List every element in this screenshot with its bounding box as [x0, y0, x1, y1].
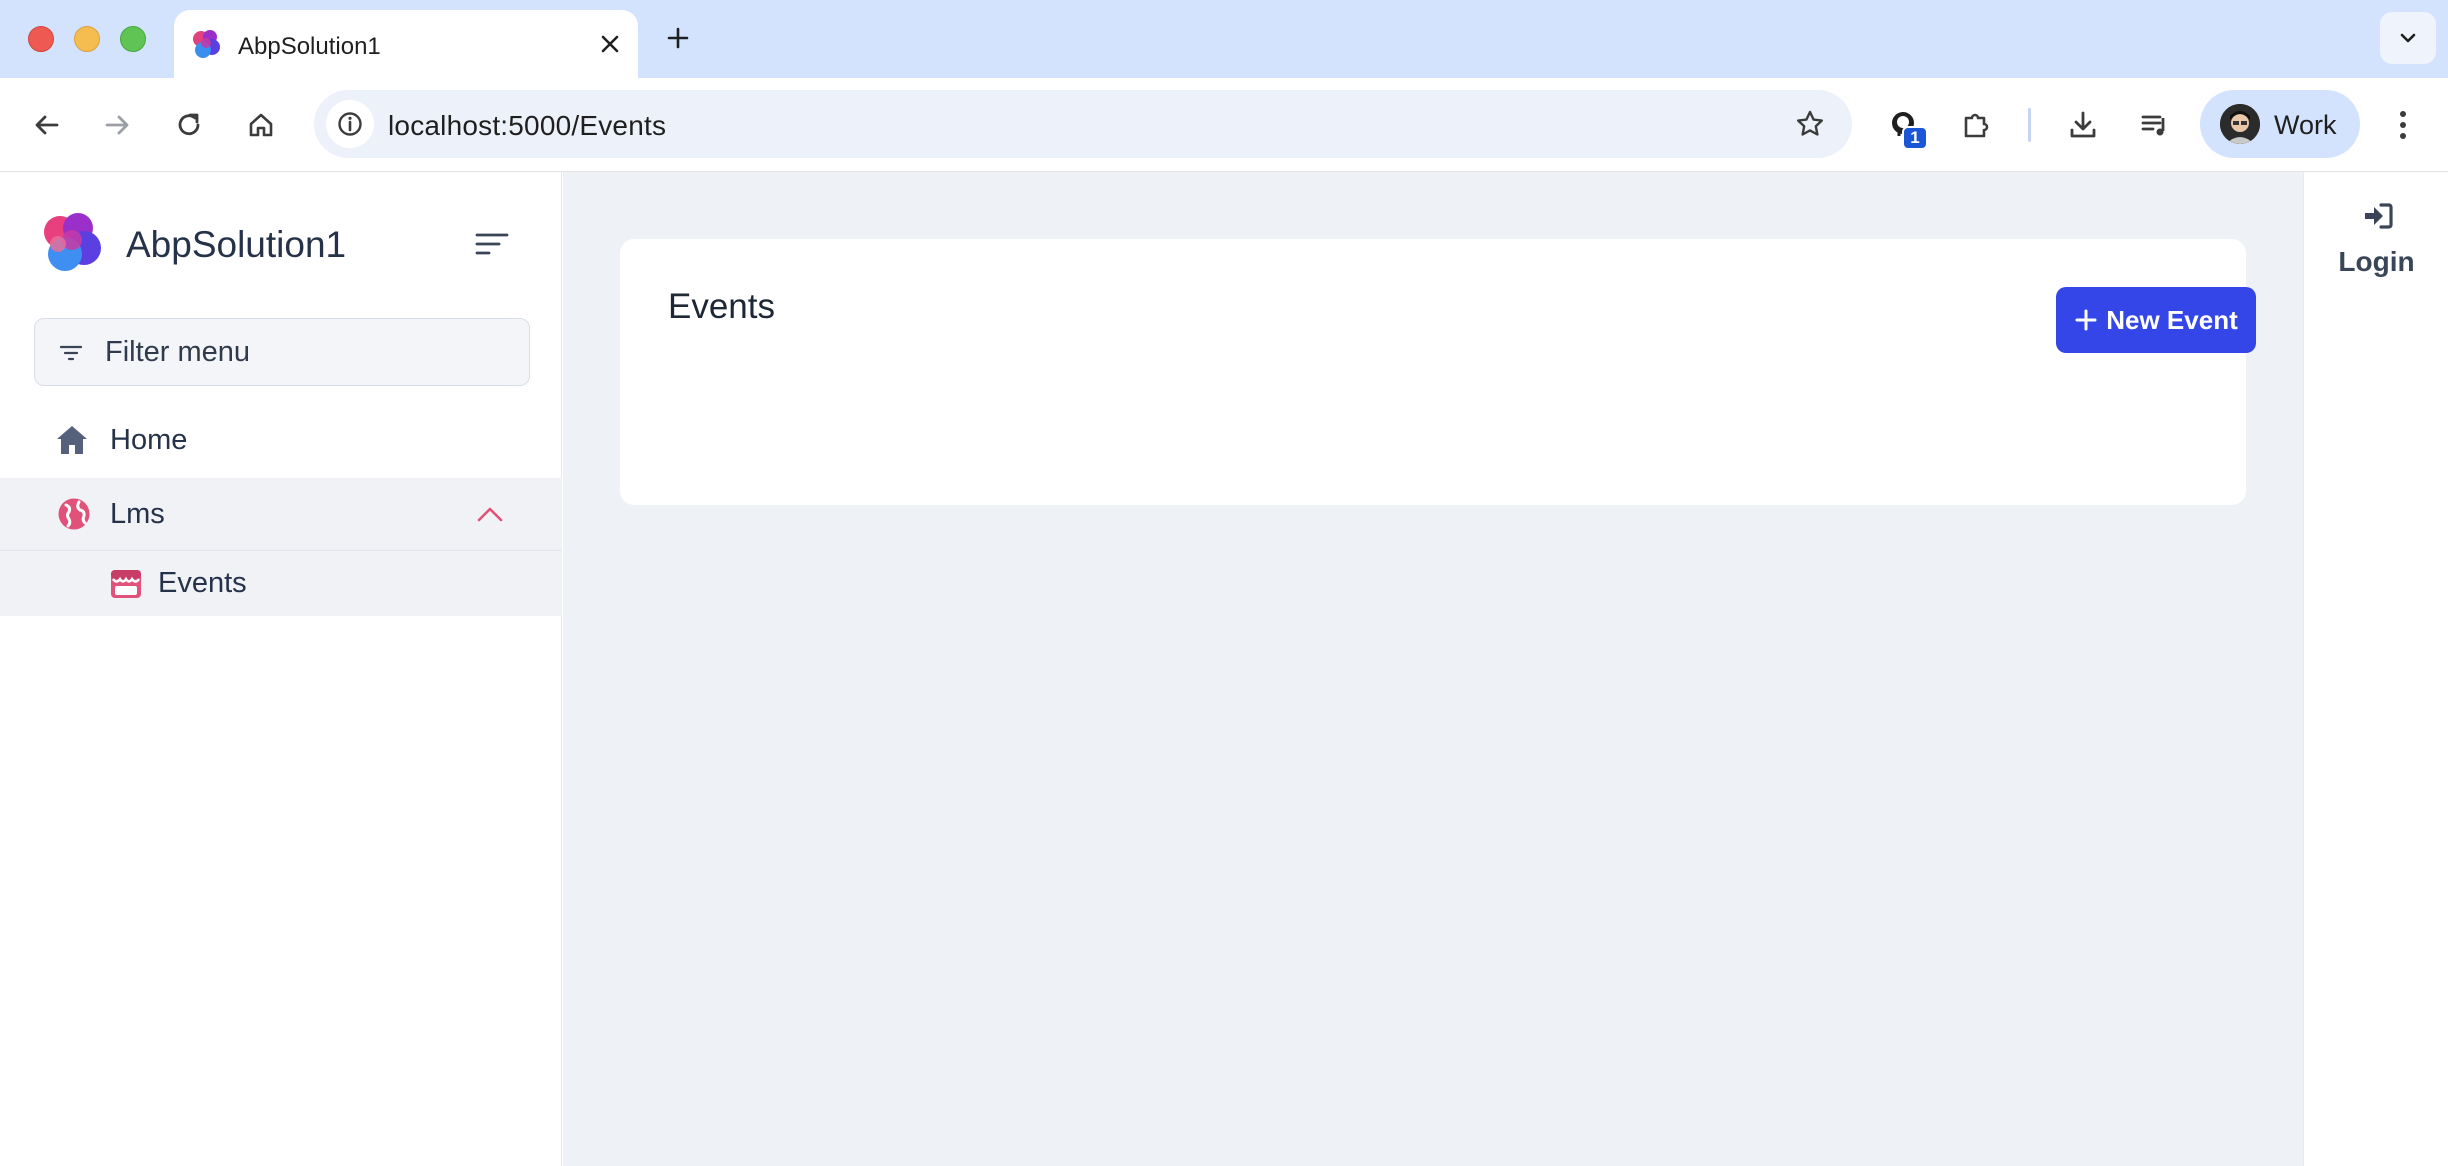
tab-search-chevron-icon[interactable]	[2380, 12, 2436, 64]
main-content: Events New Event	[563, 172, 2303, 1166]
chevron-up-icon[interactable]	[474, 498, 506, 530]
sidebar-item-home[interactable]: Home	[0, 404, 562, 476]
tab-title: AbpSolution1	[238, 33, 381, 60]
new-event-button[interactable]: New Event	[2056, 287, 2256, 353]
sidebar-collapse-icon[interactable]	[472, 226, 512, 262]
filter-menu-input[interactable]	[105, 319, 515, 385]
window-maximize-button[interactable]	[120, 26, 146, 52]
sidebar-item-label: Lms	[110, 498, 165, 530]
profile-button[interactable]: Work	[2200, 90, 2360, 158]
toolbar-separator	[2028, 108, 2031, 142]
filter-icon	[59, 341, 83, 365]
media-queue-icon[interactable]	[2130, 100, 2180, 150]
reload-icon[interactable]	[164, 100, 214, 150]
login-link[interactable]: Login	[2304, 196, 2448, 286]
sidebar-subitem-label: Events	[158, 567, 247, 599]
new-tab-icon[interactable]	[660, 18, 696, 58]
events-card: Events New Event	[620, 239, 2256, 505]
window-minimize-button[interactable]	[74, 26, 100, 52]
github-extension-icon[interactable]: 1	[1880, 100, 1930, 150]
tab-close-icon[interactable]	[592, 26, 628, 62]
extensions-puzzle-icon[interactable]	[1952, 100, 2002, 150]
url-text[interactable]: localhost:5000/Events	[388, 110, 666, 142]
home-browser-icon[interactable]	[236, 100, 286, 150]
site-info-icon[interactable]	[326, 100, 374, 148]
store-icon	[108, 566, 144, 602]
address-bar[interactable]: localhost:5000/Events	[314, 90, 1852, 158]
page-title: Events	[668, 287, 775, 326]
login-label: Login	[2338, 246, 2415, 277]
sign-in-icon	[2362, 200, 2394, 232]
avatar	[2220, 104, 2260, 144]
plus-icon	[2074, 308, 2098, 332]
brand-name[interactable]: AbpSolution1	[126, 224, 346, 266]
browser-toolbar: localhost:5000/Events 1 Work	[0, 78, 2448, 172]
new-event-label: New Event	[2106, 304, 2238, 335]
browser-menu-icon[interactable]	[2378, 100, 2428, 150]
sidebar-item-label: Home	[110, 424, 188, 456]
top-right-panel: Login	[2303, 172, 2448, 1166]
filter-menu-box[interactable]	[34, 318, 530, 386]
window-close-button[interactable]	[28, 26, 54, 52]
browser-tab[interactable]: AbpSolution1	[174, 10, 638, 78]
sidebar-item-events[interactable]: Events	[0, 550, 562, 616]
abp-logo-icon[interactable]	[38, 208, 106, 276]
home-icon	[54, 422, 90, 458]
back-arrow-icon[interactable]	[22, 100, 72, 150]
profile-label: Work	[2274, 110, 2337, 140]
browser-titlebar: AbpSolution1	[0, 0, 2448, 78]
downloads-icon[interactable]	[2058, 100, 2108, 150]
globe-icon	[56, 496, 92, 532]
sidebar: AbpSolution1 Home Lms Events	[0, 172, 562, 1166]
sidebar-item-lms[interactable]: Lms	[0, 478, 562, 550]
bookmark-star-icon[interactable]	[1790, 104, 1830, 144]
forward-arrow-icon[interactable]	[92, 100, 142, 150]
extension-badge: 1	[1902, 126, 1928, 150]
abp-favicon-icon	[193, 30, 220, 58]
